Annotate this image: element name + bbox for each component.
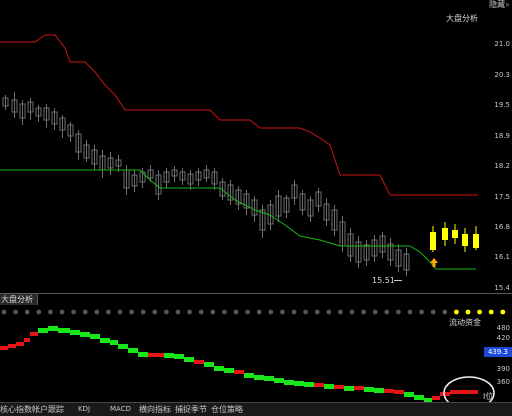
indicator-bar bbox=[294, 381, 304, 386]
resistance-line bbox=[0, 34, 478, 196]
indicator-bar bbox=[48, 326, 58, 331]
indicator-bar bbox=[314, 383, 324, 387]
sub-y-tick-label: 420 bbox=[496, 334, 510, 342]
indicator-bar bbox=[16, 342, 24, 346]
indicator-bar bbox=[364, 387, 374, 392]
y-tick-label: 16.8 bbox=[494, 223, 510, 231]
chart-workspace: 隐藏» 大盘分析 21.0 20.3 19.5 18.9 18.2 17.5 1… bbox=[0, 0, 512, 416]
candle-body bbox=[430, 232, 436, 250]
indicator-bar bbox=[110, 340, 118, 345]
candle-body bbox=[442, 228, 448, 240]
indicator-bar bbox=[80, 332, 90, 337]
up-arrow-icon bbox=[430, 258, 438, 267]
panel-separator bbox=[0, 293, 512, 294]
indicator-bar bbox=[58, 328, 70, 333]
indicator-bar bbox=[38, 328, 48, 333]
indicator-bar bbox=[214, 366, 224, 371]
indicator-bar bbox=[224, 368, 234, 373]
indicator-bar bbox=[284, 380, 294, 385]
sub-y-tick-label: 390 bbox=[496, 365, 510, 373]
sub-y-tick-label: 480 bbox=[496, 324, 510, 332]
indicator-bar bbox=[354, 386, 364, 390]
indicator-bar bbox=[324, 384, 334, 389]
indicator-tab-bar: 核心指数 帐户跟踪 KDJ MACD 横向指标 捕捉季节 仓位策略 bbox=[0, 402, 512, 416]
tab-kdj[interactable]: KDJ bbox=[78, 404, 90, 415]
indicator-bar bbox=[0, 346, 8, 350]
current-value-badge: 439.3 bbox=[484, 347, 512, 357]
indicator-bar bbox=[334, 385, 344, 389]
money-flow-indicator[interactable] bbox=[0, 312, 480, 402]
y-tick-label: 18.2 bbox=[494, 162, 510, 170]
tab-position-strategy[interactable]: 仓位策略 bbox=[211, 404, 243, 415]
indicator-bar bbox=[138, 352, 148, 357]
indicator-bar bbox=[164, 353, 174, 358]
tab-core-index[interactable]: 核心指数 bbox=[0, 404, 32, 415]
indicator-bar bbox=[254, 375, 264, 380]
indicator-bar bbox=[128, 348, 138, 353]
indicator-bar bbox=[394, 390, 404, 394]
y-tick-label: 21.0 bbox=[494, 40, 510, 48]
indicator-bar bbox=[404, 392, 414, 397]
indicator-bar bbox=[118, 344, 128, 349]
indicator-bar bbox=[432, 396, 440, 400]
indicator-bar bbox=[148, 353, 156, 357]
indicator-bar bbox=[264, 376, 274, 381]
indicator-bar bbox=[244, 373, 254, 378]
indicator-bar bbox=[90, 334, 100, 339]
y-tick-label: 19.5 bbox=[494, 101, 510, 109]
y-tick-label: 20.3 bbox=[494, 71, 510, 79]
recent-candles bbox=[430, 222, 479, 252]
indicator-bar bbox=[174, 354, 184, 359]
indicator-bar bbox=[204, 362, 214, 367]
y-tick-label: 18.9 bbox=[494, 132, 510, 140]
indicator-bar bbox=[8, 344, 16, 348]
price-chart[interactable] bbox=[0, 0, 512, 292]
indicator-bar bbox=[30, 332, 38, 336]
indicator-bar bbox=[384, 389, 394, 393]
indicator-bar bbox=[274, 378, 284, 383]
indicator-bar bbox=[234, 370, 244, 374]
indicator-bar bbox=[304, 382, 314, 387]
candle-body bbox=[462, 234, 468, 246]
sub-panel-title[interactable]: 大盘分析 bbox=[0, 294, 38, 305]
indicator-bar bbox=[194, 360, 204, 364]
signal-dot bbox=[500, 309, 506, 315]
signal-dot bbox=[488, 309, 494, 315]
historical-candles bbox=[2, 92, 410, 276]
indicator-bar bbox=[414, 395, 424, 400]
indicator-bar bbox=[374, 388, 384, 393]
tab-macd[interactable]: MACD bbox=[110, 404, 131, 415]
low-price-label: 15.51 bbox=[372, 276, 395, 285]
indicator-bar bbox=[70, 330, 80, 335]
y-tick-label: 15.4 bbox=[494, 284, 510, 292]
candle-body bbox=[452, 230, 458, 238]
y-tick-label: 16.1 bbox=[494, 253, 510, 261]
indicator-bar bbox=[24, 338, 30, 342]
corner-label: I位 bbox=[483, 392, 494, 401]
y-tick-label: 17.5 bbox=[494, 193, 510, 201]
candle-body bbox=[473, 234, 479, 248]
tab-capture-season[interactable]: 捕捉季节 bbox=[175, 404, 207, 415]
indicator-bar bbox=[156, 353, 164, 357]
tab-account-tracking[interactable]: 帐户跟踪 bbox=[32, 404, 64, 415]
tab-directional-indicator[interactable]: 横向指标 bbox=[139, 404, 171, 415]
indicator-bar bbox=[344, 386, 354, 391]
indicator-bar bbox=[184, 357, 194, 362]
indicator-bar bbox=[100, 338, 110, 343]
